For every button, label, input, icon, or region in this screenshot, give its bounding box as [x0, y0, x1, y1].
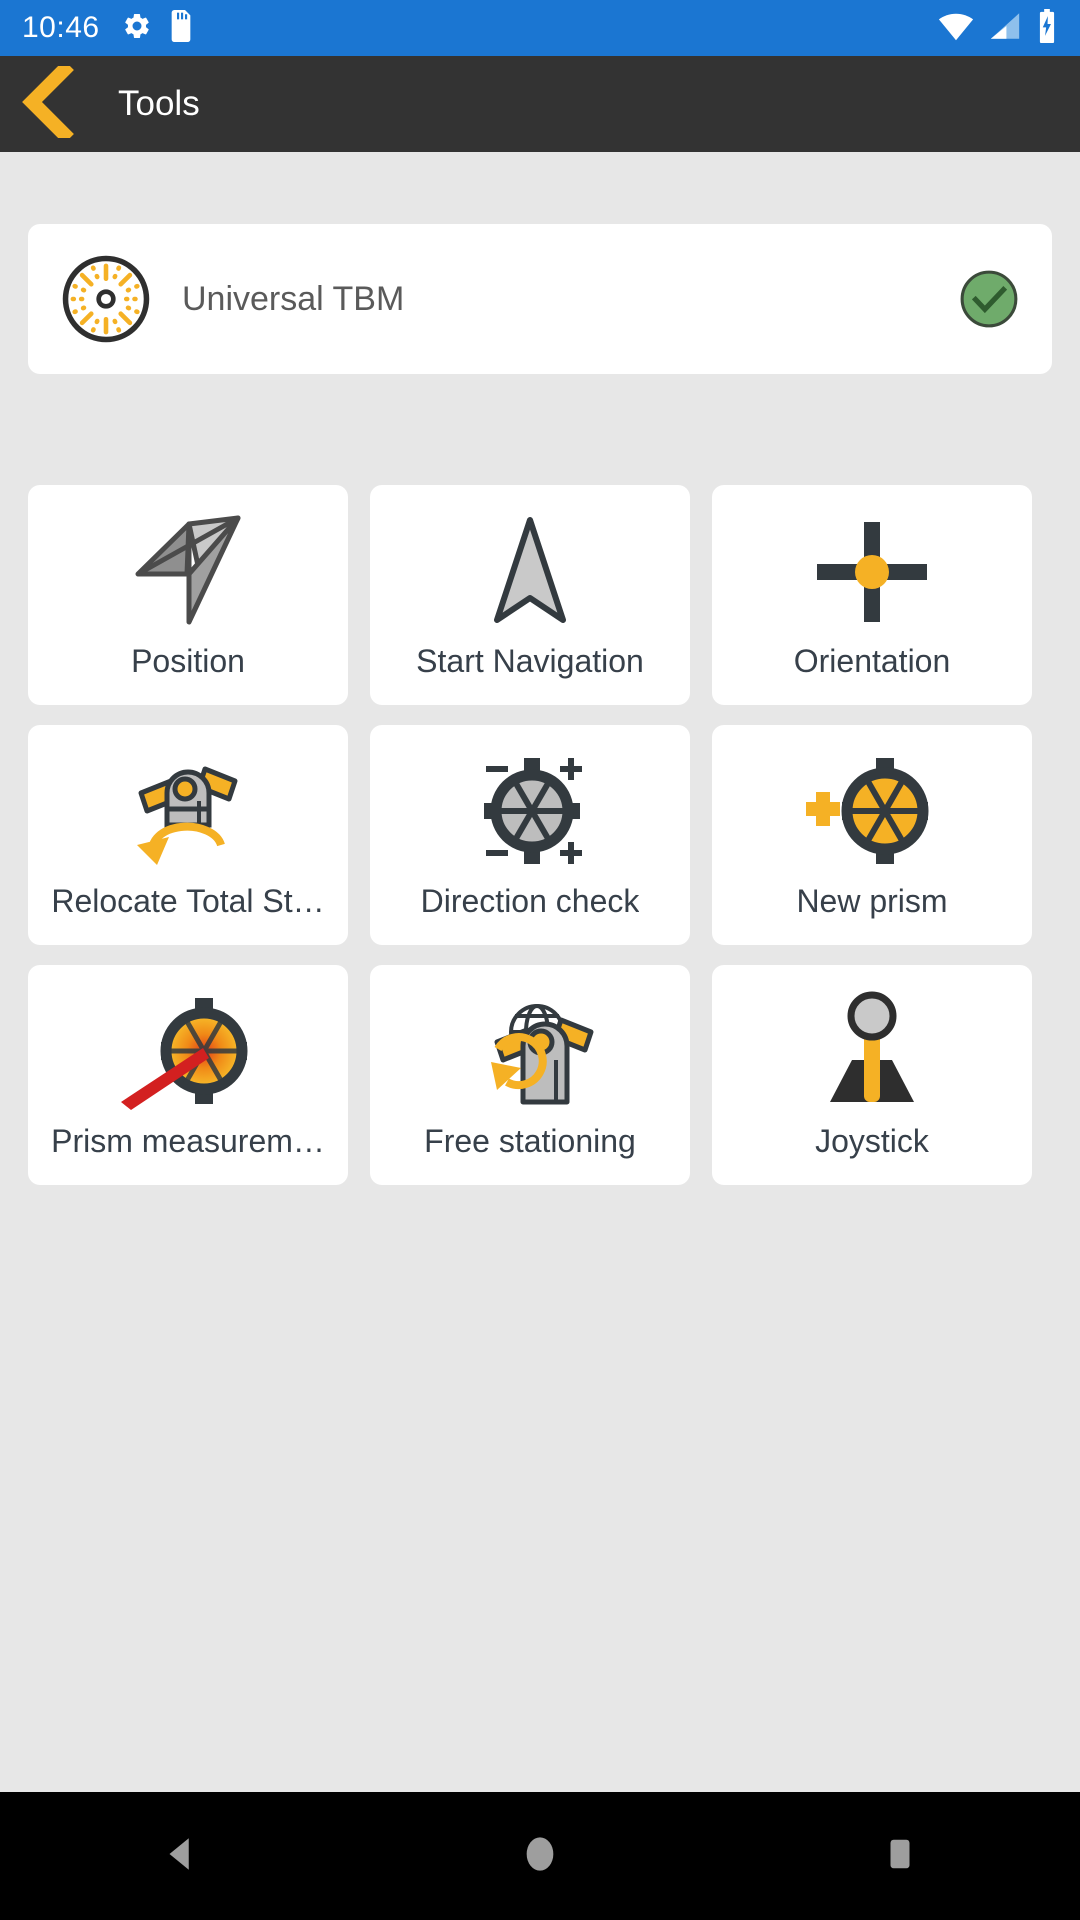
check-circle-icon [958, 268, 1020, 330]
tool-label: Relocate Total St… [51, 883, 325, 919]
nav-recents-square-icon [881, 1835, 919, 1878]
tool-label: Prism measurem… [51, 1123, 325, 1159]
page-title: Tools [118, 84, 200, 123]
free-stationing-icon [455, 987, 605, 1115]
position-arrow-icon [113, 507, 263, 635]
app-toolbar: Tools [0, 56, 1080, 152]
wifi-icon [938, 11, 974, 46]
nav-recents-button[interactable] [810, 1792, 990, 1920]
device-name: Universal TBM [182, 279, 405, 318]
tool-label: Direction check [420, 883, 640, 919]
tool-label: Joystick [815, 1123, 929, 1159]
crosshair-icon [797, 507, 947, 635]
tbm-cutterhead-icon [60, 253, 152, 345]
tool-label: New prism [796, 883, 948, 919]
direction-check-icon [455, 747, 605, 875]
status-bar: 10:46 [0, 0, 1080, 56]
nav-home-button[interactable] [450, 1792, 630, 1920]
tool-tile-new-prism[interactable]: New prism [712, 725, 1032, 945]
tool-tile-position[interactable]: Position [28, 485, 348, 705]
status-time: 10:46 [22, 11, 100, 44]
tool-tile-joystick[interactable]: Joystick [712, 965, 1032, 1185]
navigation-arrow-icon [455, 507, 605, 635]
relocate-total-station-icon [113, 747, 263, 875]
tool-tile-start-navigation[interactable]: Start Navigation [370, 485, 690, 705]
cellular-signal-icon [988, 11, 1022, 46]
battery-charging-icon [1036, 8, 1058, 48]
nav-back-button[interactable] [90, 1792, 270, 1920]
nav-home-circle-icon [520, 1834, 560, 1879]
device-card[interactable]: Universal TBM [28, 224, 1052, 374]
joystick-icon [797, 987, 947, 1115]
tool-label: Start Navigation [416, 643, 644, 679]
status-left-icons [122, 9, 194, 47]
gear-icon [122, 11, 152, 46]
back-button[interactable] [0, 56, 92, 152]
new-prism-icon [797, 747, 947, 875]
android-nav-bar [0, 1792, 1080, 1920]
tool-tile-free-stationing[interactable]: Free stationing [370, 965, 690, 1185]
status-right-icons [938, 8, 1058, 48]
content-area: Universal TBM Position Start Navigation … [0, 152, 1080, 1792]
prism-measurement-icon [113, 987, 263, 1115]
sd-card-icon [168, 9, 194, 47]
tool-label: Orientation [793, 643, 951, 679]
tool-tile-relocate-total-station[interactable]: Relocate Total St… [28, 725, 348, 945]
tool-tile-direction-check[interactable]: Direction check [370, 725, 690, 945]
tool-tile-orientation[interactable]: Orientation [712, 485, 1032, 705]
tool-label: Position [131, 643, 245, 679]
tool-tile-prism-measurement[interactable]: Prism measurem… [28, 965, 348, 1185]
nav-back-triangle-icon [159, 1833, 201, 1880]
tools-grid: Position Start Navigation Orientation Re… [28, 485, 1052, 1185]
back-chevron-icon [18, 59, 74, 144]
tool-label: Free stationing [424, 1123, 636, 1159]
